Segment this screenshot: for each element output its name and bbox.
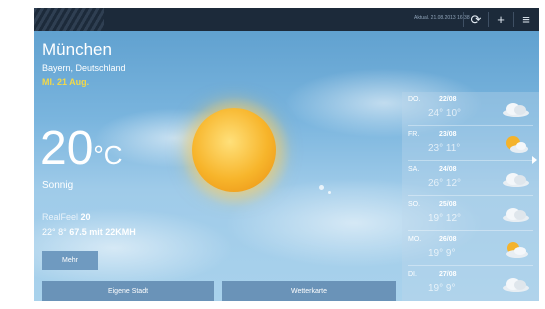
- realfeel-value: 20: [80, 212, 91, 222]
- forecast-day: FR.: [408, 131, 420, 138]
- forecast-temps: 19° 12°: [428, 213, 462, 224]
- realfeel: RealFeel 20: [42, 212, 91, 222]
- current-temperature: 20°C: [40, 125, 123, 173]
- weather-app: Aktual. 21.08.2013 16:38 ⟳ + ≡ München B…: [34, 8, 539, 301]
- forecast-date: 23/08: [439, 131, 457, 138]
- forecast-temps: 26° 12°: [428, 178, 462, 189]
- forecast-row[interactable]: SO. 25/08 19° 12°: [402, 197, 539, 231]
- next-page-arrow-icon[interactable]: [532, 156, 537, 164]
- forecast-row[interactable]: MO. 26/08 19° 9°: [402, 232, 539, 266]
- forecast-day: DI.: [408, 271, 417, 278]
- divider: [463, 12, 464, 27]
- forecast-temps: 23° 11°: [428, 143, 461, 154]
- forecast-row[interactable]: DO. 22/08 24° 10°: [402, 92, 539, 126]
- temperature-value: 20: [40, 122, 94, 175]
- sun-cloud-icon: [506, 136, 528, 153]
- more-button[interactable]: Mehr: [42, 251, 98, 270]
- forecast-list: DO. 22/08 24° 10° FR. 23/08 23° 11° SA. …: [402, 92, 539, 301]
- sun-icon: [192, 108, 276, 192]
- forecast-row[interactable]: DI. 27/08 19° 9°: [402, 267, 539, 301]
- cloud-icon: [503, 103, 529, 117]
- forecast-temps: 19° 9°: [428, 248, 456, 259]
- condition-text: Sonnig: [42, 180, 74, 191]
- hi-lo-temperatures: 22° 8°: [42, 227, 67, 237]
- refresh-icon: ⟳: [470, 11, 482, 27]
- temperature-unit: °C: [93, 140, 123, 170]
- sun-cloud-icon: [506, 242, 528, 258]
- forecast-day: SA.: [408, 166, 420, 173]
- region-name: Bayern, Deutschland: [42, 63, 126, 73]
- menu-button[interactable]: ≡: [515, 8, 537, 31]
- forecast-date: 25/08: [439, 201, 457, 208]
- forecast-row[interactable]: SA. 24/08 26° 12°: [402, 162, 539, 196]
- cloud-icon: [503, 278, 529, 292]
- forecast-date: 22/08: [439, 96, 457, 103]
- menu-icon: ≡: [522, 12, 530, 27]
- forecast-day: DO.: [408, 96, 421, 103]
- forecast-row[interactable]: FR. 23/08 23° 11°: [402, 127, 539, 161]
- lens-flare: [328, 191, 331, 194]
- forecast-date: 27/08: [439, 271, 457, 278]
- city-name: München: [42, 40, 112, 59]
- add-city-button[interactable]: +: [490, 8, 512, 31]
- top-bar: Aktual. 21.08.2013 16:38 ⟳ + ≡: [34, 8, 539, 31]
- last-updated: Aktual. 21.08.2013 16:38: [414, 15, 470, 21]
- own-city-button[interactable]: Eigene Stadt: [42, 281, 214, 301]
- divider: [513, 12, 514, 27]
- cloud-icon: [503, 173, 529, 187]
- lens-flare: [319, 185, 324, 190]
- forecast-day: SO.: [408, 201, 421, 208]
- weather-map-button[interactable]: Wetterkarte: [222, 281, 396, 301]
- logo-stripes: [34, 8, 104, 31]
- forecast-day: MO.: [408, 236, 422, 243]
- divider: [488, 12, 489, 27]
- forecast-temps: 19° 9°: [428, 283, 456, 294]
- realfeel-label: RealFeel: [42, 212, 79, 222]
- cloud-icon: [503, 208, 529, 222]
- forecast-temps: 24° 10°: [428, 108, 462, 119]
- forecast-date: 24/08: [439, 166, 457, 173]
- wind-info: 67.5 mit 22KMH: [69, 227, 136, 237]
- forecast-date: 26/08: [439, 236, 457, 243]
- refresh-button[interactable]: ⟳: [465, 8, 487, 31]
- plus-icon: +: [497, 12, 505, 27]
- current-date: MI. 21 Aug.: [42, 77, 90, 87]
- weather-details: 22° 8° 67.5 mit 22KMH: [42, 227, 136, 237]
